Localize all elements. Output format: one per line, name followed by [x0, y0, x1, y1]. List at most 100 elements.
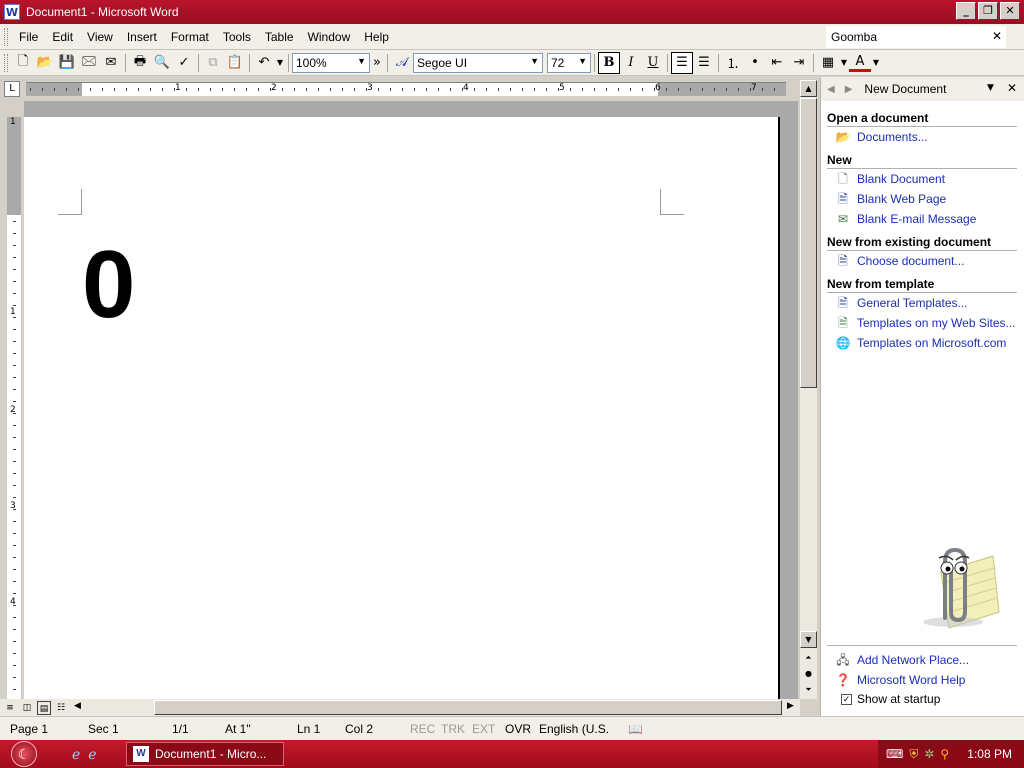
browser-shortcut-icon[interactable]: ℯ: [88, 746, 96, 763]
vertical-ruler[interactable]: 11234: [4, 101, 22, 699]
previous-page-icon[interactable]: ⏶: [800, 650, 817, 667]
scroll-right-icon[interactable]: ▶: [787, 701, 794, 711]
vruler-tick: [13, 245, 16, 246]
ask-question-input[interactable]: Goomba: [826, 26, 1006, 48]
document-text[interactable]: 0: [82, 235, 135, 335]
document-page[interactable]: 0: [24, 117, 780, 699]
link-add-network-place[interactable]: 🖧 Add Network Place...: [827, 650, 1017, 670]
keyboard-icon[interactable]: ⌨: [886, 747, 903, 761]
select-browse-object-icon[interactable]: ●: [800, 666, 817, 683]
menu-view[interactable]: View: [80, 28, 120, 46]
menu-file[interactable]: File: [12, 28, 45, 46]
menu-help[interactable]: Help: [357, 28, 396, 46]
link-choose-document[interactable]: 🗎 Choose document...: [827, 251, 1017, 271]
status-ext[interactable]: EXT: [472, 722, 495, 736]
task-pane-close-icon[interactable]: ✕: [1007, 81, 1017, 95]
horizontal-scrollbar[interactable]: ≡ ◫ ▤ ☷ ◀ ▶: [0, 699, 800, 716]
italic-button[interactable]: I: [620, 52, 642, 74]
status-trk[interactable]: TRK: [441, 722, 465, 736]
menu-format[interactable]: Format: [164, 28, 216, 46]
permission-icon[interactable]: 🖂: [78, 52, 100, 74]
next-page-icon[interactable]: ⏷: [800, 682, 817, 699]
font-size-select[interactable]: 72 ▼: [547, 52, 591, 73]
spelling-icon[interactable]: ✓: [173, 52, 195, 74]
spelling-status-icon[interactable]: 📖: [628, 722, 643, 736]
styles-icon[interactable]: 𝒜: [391, 52, 413, 74]
new-document-icon[interactable]: 🗋: [12, 52, 34, 74]
maximize-button[interactable]: ❐: [978, 2, 998, 20]
save-icon[interactable]: 💾: [56, 52, 78, 74]
print-layout-icon[interactable]: ▤: [37, 700, 51, 715]
link-blank-document[interactable]: 🗋 Blank Document: [827, 169, 1017, 189]
menu-tools[interactable]: Tools: [216, 28, 258, 46]
taskbar-word-button[interactable]: W Document1 - Micro...: [126, 742, 284, 766]
menu-edit[interactable]: Edit: [45, 28, 80, 46]
horizontal-ruler-row: L 1 2 3 4 5 6 7: [0, 77, 820, 101]
search-icon[interactable]: ⚲: [940, 747, 949, 761]
word-app-icon[interactable]: W: [4, 4, 20, 20]
decrease-indent-icon[interactable]: ⇤: [766, 52, 788, 74]
back-arrow-icon[interactable]: ◀: [827, 84, 835, 95]
align-left-icon[interactable]: ☰: [671, 51, 693, 74]
start-button[interactable]: ☾: [0, 740, 48, 768]
align-center-icon[interactable]: ☰: [693, 52, 715, 74]
normal-view-icon[interactable]: ≡: [3, 701, 17, 715]
undo-icon[interactable]: ↶: [253, 52, 275, 74]
network-icon[interactable]: ✲: [924, 747, 934, 761]
vertical-scrollbar[interactable]: ▲ ▼ ⏶ ● ⏷: [800, 80, 817, 699]
bold-button[interactable]: B: [598, 51, 620, 74]
increase-indent-icon[interactable]: ⇥: [788, 52, 810, 74]
outline-view-icon[interactable]: ☷: [54, 701, 68, 715]
office-assistant-clippy-icon[interactable]: [901, 542, 1001, 632]
menu-grip[interactable]: [4, 27, 8, 46]
vertical-scroll-thumb[interactable]: [800, 98, 817, 388]
borders-icon[interactable]: ▦: [817, 52, 839, 74]
email-icon[interactable]: ✉: [100, 52, 122, 74]
link-word-help[interactable]: ❓ Microsoft Word Help: [827, 670, 1017, 690]
bullets-icon[interactable]: •: [744, 52, 766, 74]
link-general-templates[interactable]: 🗎 General Templates...: [827, 293, 1017, 313]
toolbar-options-icon[interactable]: »: [370, 52, 384, 74]
clock[interactable]: 1:08 PM: [967, 747, 1012, 761]
shield-icon[interactable]: ⛨: [909, 747, 918, 762]
close-document-icon[interactable]: ✕: [992, 29, 1002, 43]
font-color-icon[interactable]: A: [849, 54, 871, 72]
print-icon[interactable]: 🖶: [129, 52, 151, 74]
task-pane-dropdown-icon[interactable]: ▼: [987, 83, 994, 93]
horizontal-ruler[interactable]: 1 2 3 4 5 6 7: [26, 82, 786, 96]
menu-window[interactable]: Window: [301, 28, 358, 46]
link-blank-web-page[interactable]: 🗎 Blank Web Page: [827, 189, 1017, 209]
horizontal-scroll-thumb[interactable]: [154, 700, 782, 715]
borders-dropdown-icon[interactable]: ▼: [839, 52, 849, 74]
undo-dropdown-icon[interactable]: ▼: [275, 52, 285, 74]
scroll-up-icon[interactable]: ▲: [800, 80, 817, 97]
menu-insert[interactable]: Insert: [120, 28, 164, 46]
status-ovr[interactable]: OVR: [505, 722, 531, 736]
link-blank-email[interactable]: ✉ Blank E-mail Message: [827, 209, 1017, 229]
open-folder-icon[interactable]: 📂: [34, 52, 56, 74]
minimize-button[interactable]: _: [956, 2, 976, 20]
web-layout-icon[interactable]: ◫: [20, 701, 34, 715]
link-templates-web-sites[interactable]: 🗎 Templates on my Web Sites...: [827, 313, 1017, 333]
internet-explorer-icon[interactable]: ℯ: [72, 746, 80, 763]
menu-table[interactable]: Table: [258, 28, 301, 46]
link-documents[interactable]: 📂 Documents...: [827, 127, 1017, 147]
numbering-icon[interactable]: ⒈: [722, 52, 744, 74]
paste-icon[interactable]: 📋: [224, 52, 246, 74]
forward-arrow-icon[interactable]: ▶: [845, 84, 853, 95]
scroll-left-icon[interactable]: ◀: [74, 701, 81, 711]
underline-button[interactable]: U: [642, 52, 664, 74]
print-preview-icon[interactable]: 🔍: [151, 52, 173, 74]
font-color-dropdown-icon[interactable]: ▼: [871, 52, 881, 74]
scroll-down-icon[interactable]: ▼: [800, 631, 817, 648]
zoom-select[interactable]: 100% ▼: [292, 52, 370, 73]
show-at-startup-checkbox[interactable]: ✓ Show at startup: [827, 690, 1017, 708]
tab-selector-icon[interactable]: L: [4, 81, 20, 97]
toolbar-grip[interactable]: [4, 53, 8, 72]
font-name-select[interactable]: Segoe UI ▼: [413, 52, 543, 73]
link-templates-microsoft[interactable]: 🌐 Templates on Microsoft.com: [827, 333, 1017, 353]
status-language[interactable]: English (U.S.: [539, 722, 609, 736]
copy-icon[interactable]: ⧉: [202, 52, 224, 74]
status-rec[interactable]: REC: [410, 722, 435, 736]
close-button[interactable]: ✕: [1000, 2, 1020, 20]
